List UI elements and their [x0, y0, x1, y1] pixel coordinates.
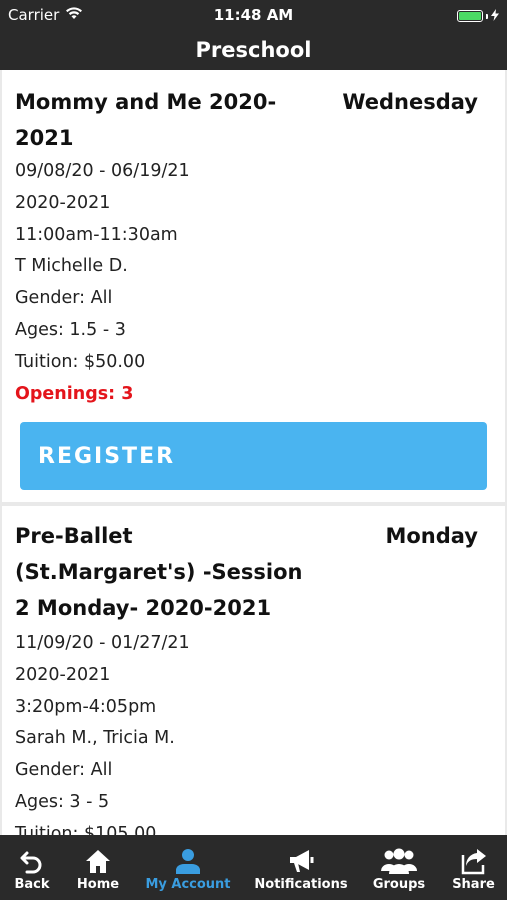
class-day: Monday: [385, 524, 478, 548]
class-openings: Openings: 3: [15, 383, 134, 404]
tab-label: My Account: [145, 877, 231, 892]
class-dates: 11/09/20 - 01/27/21: [15, 633, 190, 653]
class-instructor: Sarah M., Tricia M.: [15, 728, 175, 749]
tab-share[interactable]: Share: [440, 835, 507, 900]
tab-my-account[interactable]: My Account: [132, 835, 244, 900]
tab-groups[interactable]: Groups: [358, 835, 440, 900]
class-gender: Gender: All: [15, 760, 113, 781]
tab-label: Share: [452, 877, 495, 892]
class-title: Pre-Ballet (St.Margaret's) -Session 2 Mo…: [15, 524, 303, 620]
register-button[interactable]: REGISTER: [20, 422, 487, 490]
class-ages: Ages: 1.5 - 3: [15, 319, 126, 340]
class-time: 11:00am-11:30am: [15, 224, 178, 245]
share-icon: [461, 849, 486, 875]
tab-label: Home: [76, 877, 120, 892]
class-time: 3:20pm-4:05pm: [15, 696, 157, 717]
class-list[interactable]: Mommy and Me 2020-2021 Wednesday 09/08/2…: [0, 70, 507, 835]
tab-bar: Back Home My Account Notifications Group…: [0, 835, 507, 900]
home-icon: [86, 850, 110, 873]
status-bar: Carrier 11:48 AM: [0, 0, 507, 30]
class-card: Mommy and Me 2020-2021 Wednesday 09/08/2…: [2, 70, 505, 502]
tab-notifications[interactable]: Notifications: [244, 835, 358, 900]
class-season: 2020-2021: [15, 664, 111, 685]
battery-tip: [486, 13, 488, 19]
battery-icon: [457, 10, 483, 22]
class-instructor: T Michelle D.: [15, 256, 128, 277]
account-icon: [176, 849, 200, 874]
class-ages: Ages: 3 - 5: [15, 791, 110, 812]
class-title: Mommy and Me 2020-2021: [15, 90, 277, 150]
battery-indicator: [457, 7, 499, 25]
class-season: 2020-2021: [15, 192, 111, 213]
class-tuition: Tuition: $50.00: [15, 351, 146, 372]
back-icon: [20, 851, 42, 874]
tab-home[interactable]: Home: [64, 835, 132, 900]
class-gender: Gender: All: [15, 288, 113, 309]
class-card: Pre-Ballet (St.Margaret's) -Session 2 Mo…: [2, 506, 505, 835]
charging-bolt-icon: [491, 7, 499, 25]
tab-label: Back: [14, 877, 50, 892]
tab-label: Groups: [372, 877, 426, 892]
tab-label: Notifications: [254, 877, 348, 892]
page-title: Preschool: [195, 38, 312, 62]
class-tuition: Tuition: $105.00: [15, 823, 157, 835]
megaphone-icon: [290, 850, 314, 872]
clock: 11:48 AM: [213, 6, 294, 24]
class-day: Wednesday: [342, 90, 478, 114]
tab-back[interactable]: Back: [0, 835, 64, 900]
groups-icon: [381, 848, 417, 874]
class-dates: 09/08/20 - 06/19/21: [15, 161, 190, 181]
